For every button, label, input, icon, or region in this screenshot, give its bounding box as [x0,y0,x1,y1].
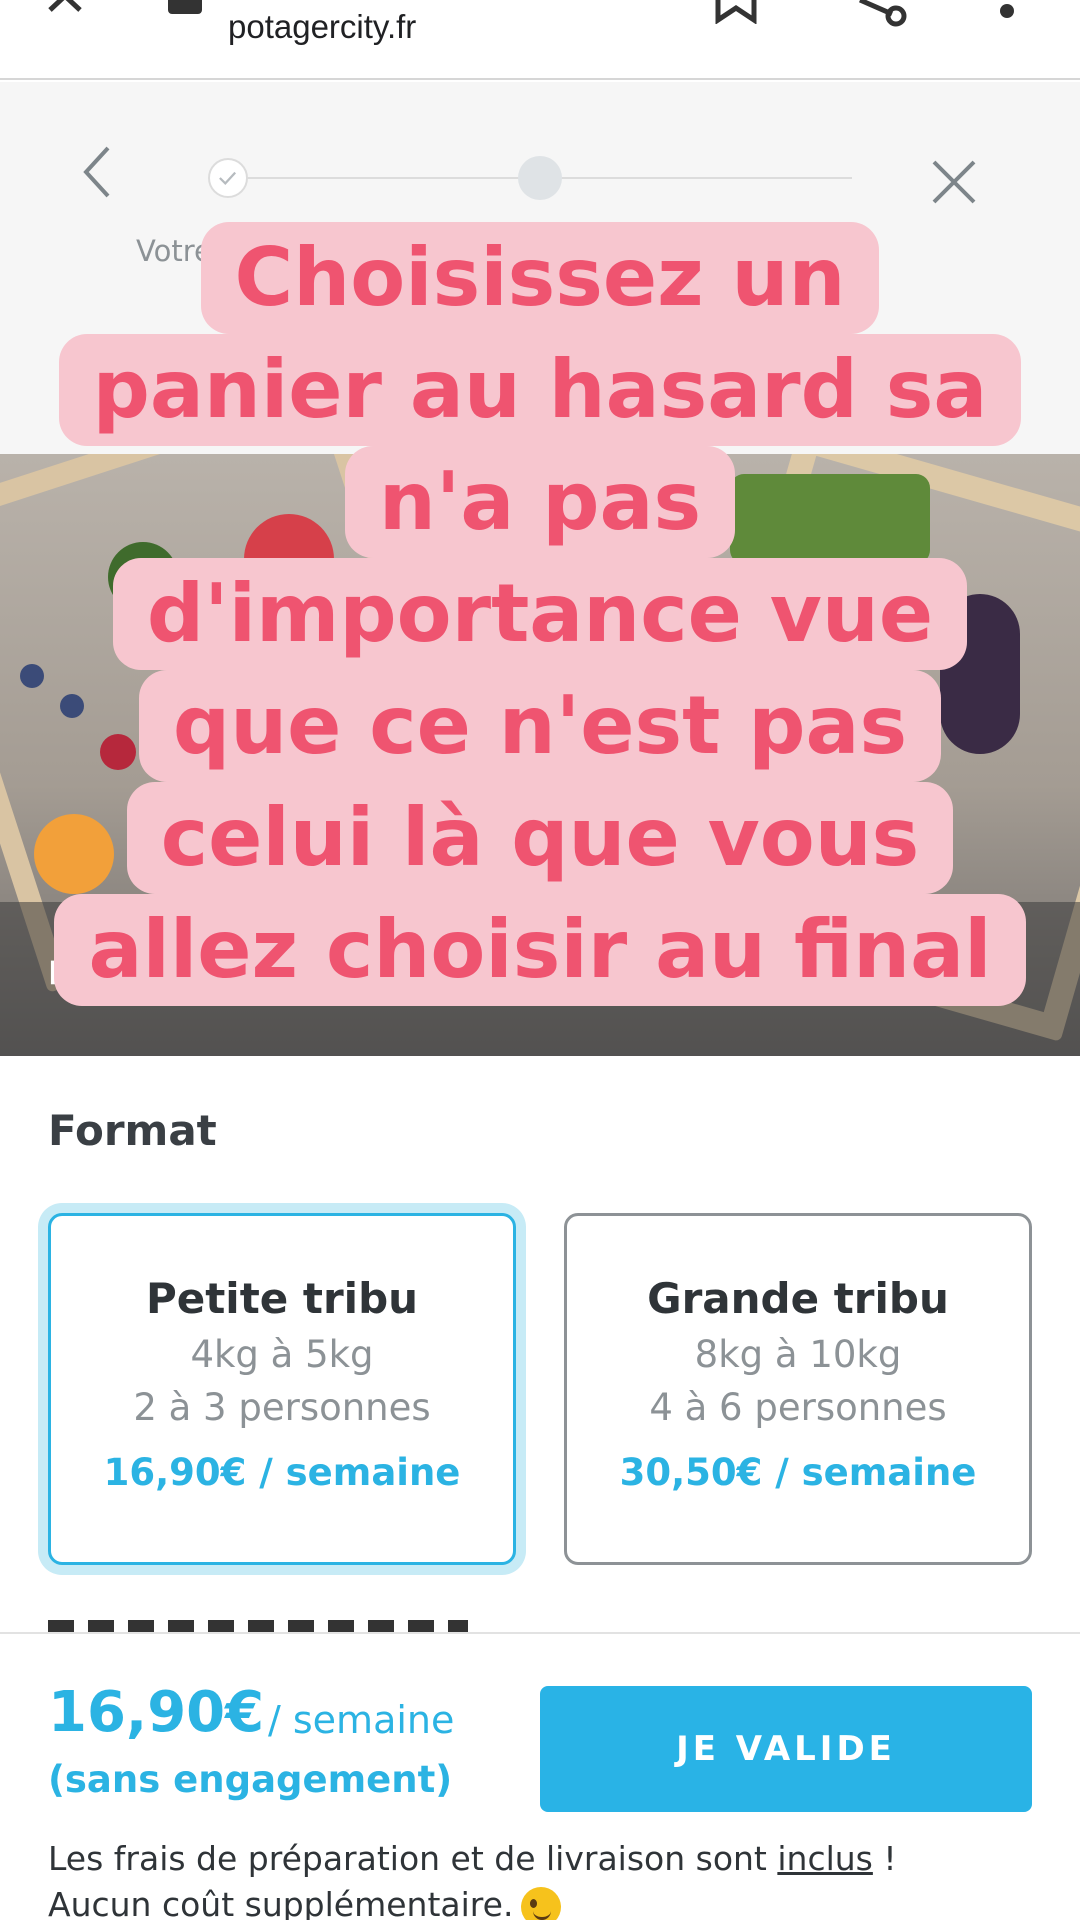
validate-button[interactable]: JE VALIDE [540,1686,1032,1812]
option-name: Grande tribu [647,1274,949,1323]
total-price: 16,90€ [48,1680,265,1745]
overlay-line: d'importance vue [112,558,968,670]
overlay-line: panier au hasard sa [58,334,1022,446]
option-name: Petite tribu [145,1274,419,1323]
winking-face-icon [521,1886,562,1920]
option-weight: 4kg à 5kg [190,1333,374,1376]
overlay-caption: Choisissez un panier au hasard sa n'a pa… [0,222,1080,1006]
overlay-line: n'a pas [344,446,736,558]
step-completed [208,158,248,198]
overlay-line: allez choisir au final [54,894,1026,1006]
share-icon[interactable] [852,0,912,30]
note-text: Aucun coût supplémentaire. [48,1885,514,1920]
included-link[interactable]: inclus [777,1839,873,1878]
chevron-left-icon[interactable] [78,142,118,202]
option-price: 30,50€ / semaine [619,1451,977,1494]
check-icon [219,171,237,186]
overlay-line: que ce n'est pas [138,670,942,782]
browser-toolbar: potagercity.fr [0,0,1080,80]
close-icon[interactable] [44,0,94,22]
option-people: 4 à 6 personnes [649,1386,947,1429]
close-icon[interactable] [926,154,982,210]
option-people: 2 à 3 personnes [133,1386,431,1429]
step-current [518,156,562,200]
price-period: / semaine [268,1698,455,1742]
overlay-line: Choisissez un [200,222,880,334]
overlay-line: celui là que vous [126,782,954,894]
note-text: Les frais de préparation et de livraison… [48,1839,778,1878]
note-text: ! [872,1839,897,1878]
format-option-petite-tribu[interactable]: Petite tribu 4kg à 5kg 2 à 3 personnes 1… [48,1213,516,1565]
format-option-grande-tribu[interactable]: Grande tribu 8kg à 10kg 4 à 6 personnes … [564,1213,1032,1565]
url-text[interactable]: potagercity.fr [228,8,416,46]
bookmark-icon[interactable] [712,0,760,24]
section-title: Format [48,1106,217,1155]
checkout-footer: 16,90€ / semaine (sans engagement) JE VA… [0,1632,1080,1920]
delivery-note: Les frais de préparation et de livraison… [48,1836,1048,1920]
option-price: 16,90€ / semaine [103,1451,461,1494]
lock-icon [168,0,202,14]
engagement-note: (sans engagement) [48,1758,453,1801]
option-weight: 8kg à 10kg [694,1333,902,1376]
more-vert-icon[interactable] [1000,4,1014,18]
